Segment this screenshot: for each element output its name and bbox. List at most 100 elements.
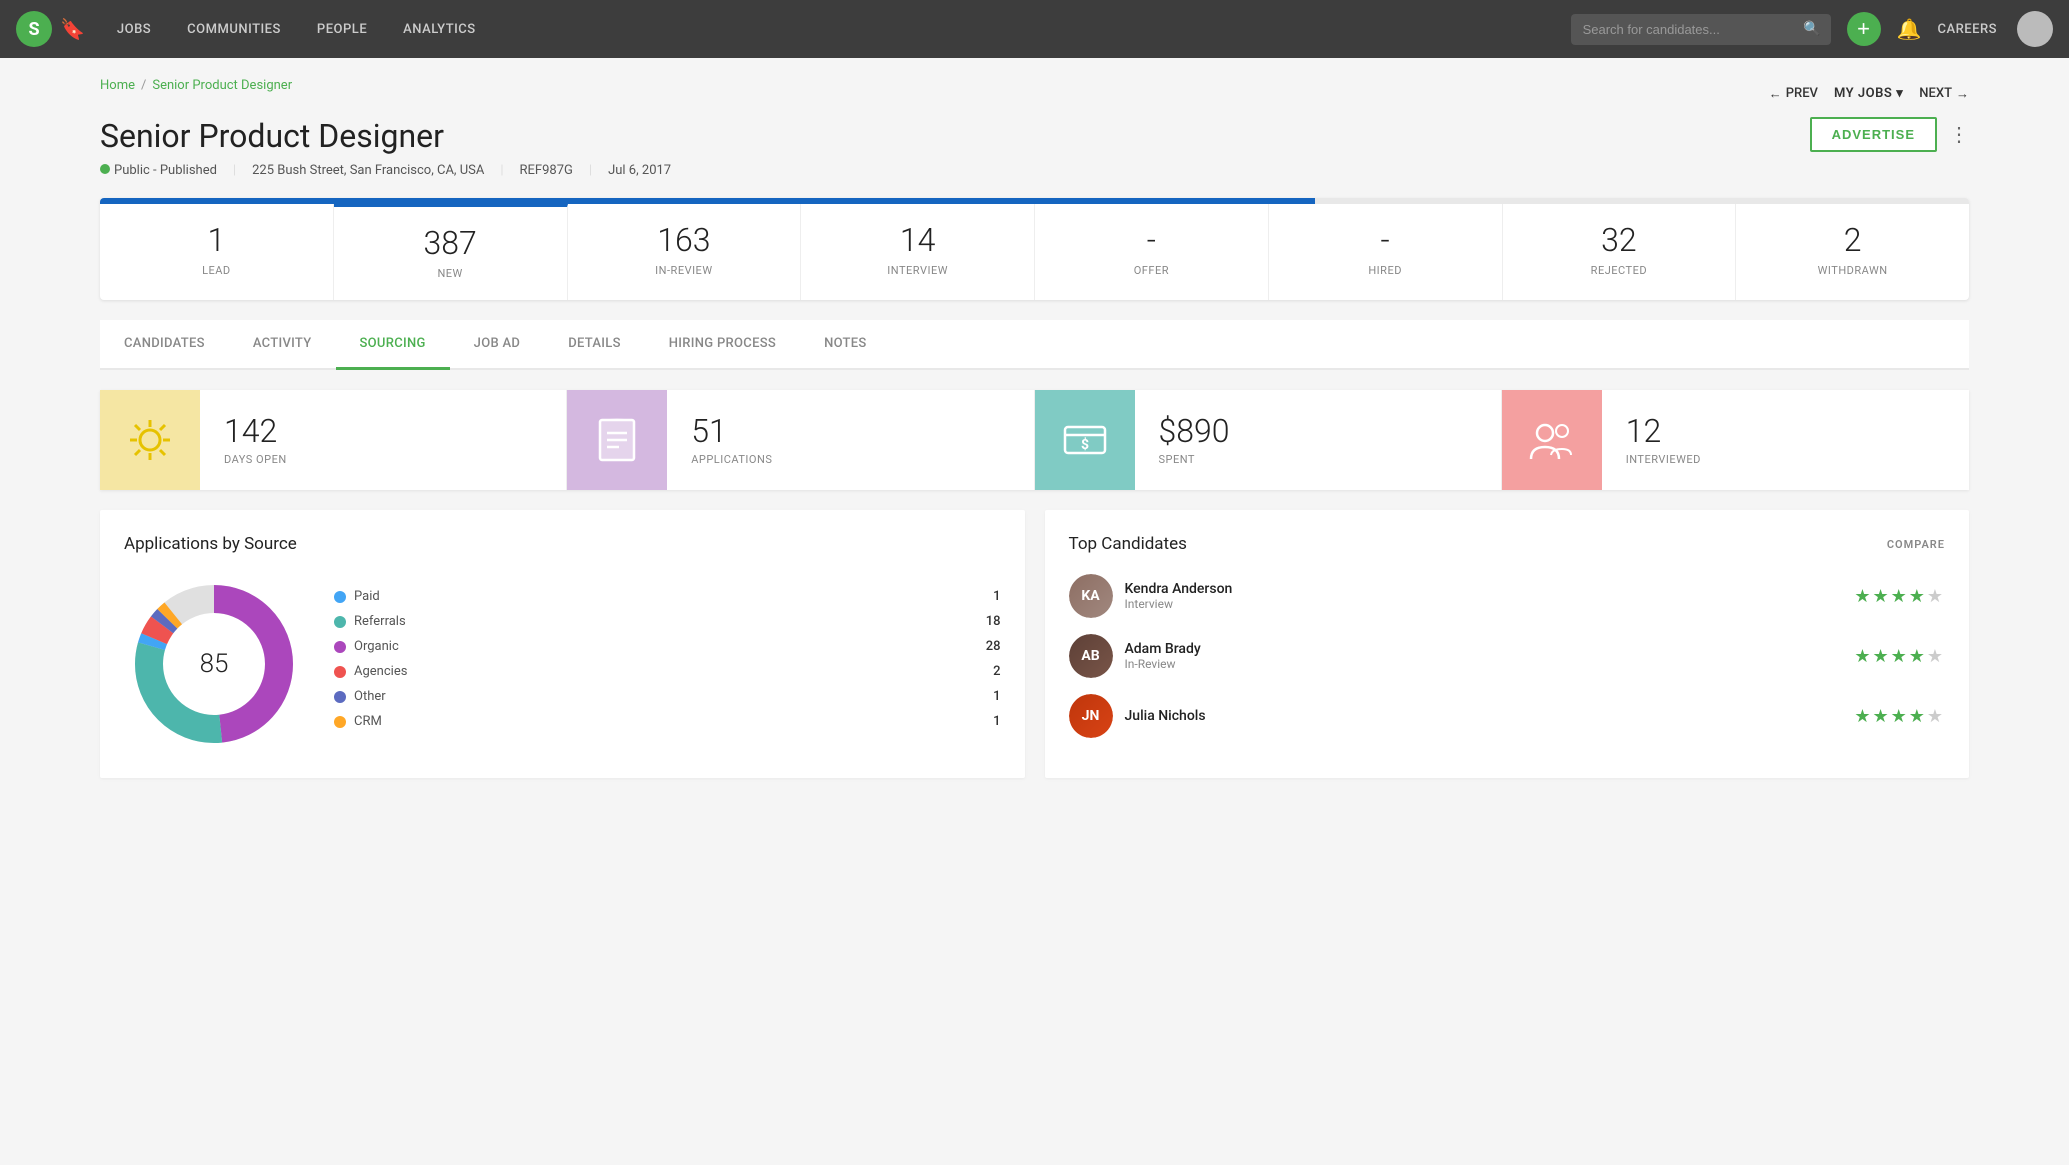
- nav-analytics[interactable]: ANALYTICS: [387, 14, 492, 45]
- candidate-row-julia[interactable]: JN Julia Nichols ★★★★★: [1069, 694, 1946, 738]
- candidate-avatar-kendra: KA: [1069, 574, 1113, 618]
- chart-area: 85 Paid 1 Referrals 18 Organic 28: [124, 574, 1001, 754]
- candidate-row-adam[interactable]: AB Adam Brady In-Review ★★★★★: [1069, 634, 1946, 678]
- main-content: Home / Senior Product Designer ← PREV MY…: [0, 58, 2069, 798]
- my-jobs-button[interactable]: MY JOBS ▾: [1834, 86, 1903, 101]
- sourcing-icon-days: [100, 390, 200, 490]
- sourcing-card-spent: $ $890 SPENT: [1035, 390, 1502, 490]
- top-candidates-card: Top Candidates COMPARE KA Kendra Anderso…: [1045, 510, 1970, 778]
- legend-organic: Organic 28: [334, 639, 1001, 654]
- sourcing-info-days: 142 DAYS OPEN: [200, 399, 311, 482]
- candidate-stars-adam: ★★★★★: [1854, 646, 1945, 667]
- header-actions: ADVERTISE ⋮: [1810, 117, 1969, 152]
- bell-icon[interactable]: 🔔: [1897, 17, 1922, 41]
- stat-rejected[interactable]: 32 REJECTED: [1503, 204, 1737, 300]
- progress-track: [100, 198, 1969, 204]
- header-row: Senior Product Designer ADVERTISE ⋮: [100, 117, 1969, 155]
- stat-interview[interactable]: 14 INTERVIEW: [801, 204, 1035, 300]
- pagination-controls: ← PREV MY JOBS ▾ NEXT →: [1769, 86, 1969, 102]
- candidate-name-kendra: Kendra Anderson: [1125, 581, 1843, 597]
- more-options-button[interactable]: ⋮: [1949, 122, 1969, 147]
- search-wrap: 🔍: [1571, 14, 1831, 45]
- progress-fill: [100, 198, 1315, 204]
- avatar[interactable]: [2017, 11, 2053, 47]
- legend-agencies: Agencies 2: [334, 664, 1001, 679]
- donut-total: 85: [200, 649, 229, 679]
- candidate-stage-kendra: Interview: [1125, 597, 1843, 611]
- nav-communities[interactable]: COMMUNITIES: [171, 14, 297, 45]
- breadcrumb-separator: /: [141, 78, 146, 93]
- candidate-name-adam: Adam Brady: [1125, 641, 1843, 657]
- sourcing-icon-apps: [567, 390, 667, 490]
- compare-button[interactable]: COMPARE: [1887, 538, 1945, 551]
- next-button[interactable]: NEXT →: [1919, 86, 1969, 102]
- page-title: Senior Product Designer: [100, 117, 444, 155]
- legend-other: Other 1: [334, 689, 1001, 704]
- candidate-row-kendra[interactable]: KA Kendra Anderson Interview ★★★★★: [1069, 574, 1946, 618]
- sourcing-cards: 142 DAYS OPEN 51 APPLICATIONS: [100, 390, 1969, 490]
- candidate-stars-kendra: ★★★★★: [1854, 586, 1945, 607]
- svg-text:$: $: [1080, 436, 1088, 453]
- candidate-name-julia: Julia Nichols: [1125, 708, 1843, 724]
- candidate-info-julia: Julia Nichols: [1125, 708, 1843, 724]
- legend-crm: CRM 1: [334, 714, 1001, 729]
- tab-jobad[interactable]: JOB AD: [450, 320, 545, 370]
- add-button[interactable]: +: [1847, 12, 1881, 46]
- nav-bar: S 🔖 JOBS COMMUNITIES PEOPLE ANALYTICS 🔍 …: [0, 0, 2069, 58]
- bookmark-icon[interactable]: 🔖: [60, 17, 85, 41]
- candidate-avatar-adam: AB: [1069, 634, 1113, 678]
- candidate-stage-adam: In-Review: [1125, 657, 1843, 671]
- logo: S: [16, 11, 52, 47]
- job-address: 225 Bush Street, San Francisco, CA, USA: [252, 163, 484, 178]
- tabs: CANDIDATES ACTIVITY SOURCING JOB AD DETA…: [100, 320, 1969, 370]
- candidate-info-kendra: Kendra Anderson Interview: [1125, 581, 1843, 611]
- sourcing-card-apps: 51 APPLICATIONS: [567, 390, 1034, 490]
- tab-details[interactable]: DETAILS: [544, 320, 645, 370]
- careers-link[interactable]: CAREERS: [1937, 22, 1997, 37]
- donut-chart: 85: [124, 574, 304, 754]
- sourcing-card-interviewed: 12 INTERVIEWED: [1502, 390, 1969, 490]
- applications-by-source-title: Applications by Source: [124, 534, 1001, 554]
- sourcing-card-days: 142 DAYS OPEN: [100, 390, 567, 490]
- sourcing-icon-interviewed: [1502, 390, 1602, 490]
- nav-people[interactable]: PEOPLE: [301, 14, 383, 45]
- stats-row: 1 LEAD 387 NEW 163 IN-REVIEW 14 INTERVIE…: [100, 204, 1969, 300]
- stat-inreview[interactable]: 163 IN-REVIEW: [568, 204, 802, 300]
- nav-jobs[interactable]: JOBS: [101, 14, 167, 45]
- breadcrumb: Home / Senior Product Designer: [100, 78, 292, 93]
- prev-button[interactable]: ← PREV: [1769, 86, 1818, 102]
- stat-withdrawn[interactable]: 2 WITHDRAWN: [1736, 204, 1969, 300]
- candidate-avatar-julia: JN: [1069, 694, 1113, 738]
- search-input[interactable]: [1571, 14, 1831, 45]
- advertise-button[interactable]: ADVERTISE: [1810, 117, 1937, 152]
- tab-candidates[interactable]: CANDIDATES: [100, 320, 229, 370]
- candidate-info-adam: Adam Brady In-Review: [1125, 641, 1843, 671]
- legend-referrals: Referrals 18: [334, 614, 1001, 629]
- nav-items: JOBS COMMUNITIES PEOPLE ANALYTICS: [101, 14, 1563, 45]
- sourcing-info-spent: $890 SPENT: [1135, 399, 1254, 482]
- stats-container: 1 LEAD 387 NEW 163 IN-REVIEW 14 INTERVIE…: [100, 198, 1969, 300]
- legend-paid: Paid 1: [334, 589, 1001, 604]
- card-header: Top Candidates COMPARE: [1069, 534, 1946, 554]
- tab-activity[interactable]: ACTIVITY: [229, 320, 336, 370]
- sourcing-info-interviewed: 12 INTERVIEWED: [1602, 399, 1725, 482]
- tab-notes[interactable]: NOTES: [800, 320, 891, 370]
- bottom-grid: Applications by Source: [100, 510, 1969, 778]
- stat-offer[interactable]: - OFFER: [1035, 204, 1269, 300]
- stat-new[interactable]: 387 NEW: [334, 204, 568, 300]
- job-date: Jul 6, 2017: [608, 163, 671, 178]
- applications-by-source-card: Applications by Source: [100, 510, 1025, 778]
- stat-hired[interactable]: - HIRED: [1269, 204, 1503, 300]
- job-status: Public - Published: [100, 163, 217, 178]
- tab-sourcing[interactable]: SOURCING: [336, 320, 450, 370]
- job-ref: REF987G: [520, 163, 573, 178]
- candidate-stars-julia: ★★★★★: [1854, 706, 1945, 727]
- chart-legend: Paid 1 Referrals 18 Organic 28 Agencies …: [334, 589, 1001, 739]
- breadcrumb-home[interactable]: Home: [100, 78, 135, 93]
- stat-lead[interactable]: 1 LEAD: [100, 204, 334, 300]
- tab-hiring-process[interactable]: HIRING PROCESS: [645, 320, 800, 370]
- breadcrumb-current[interactable]: Senior Product Designer: [152, 78, 292, 93]
- sourcing-icon-spent: $: [1035, 390, 1135, 490]
- top-candidates-title: Top Candidates: [1069, 534, 1187, 554]
- job-meta: Public - Published | 225 Bush Street, Sa…: [100, 163, 1969, 178]
